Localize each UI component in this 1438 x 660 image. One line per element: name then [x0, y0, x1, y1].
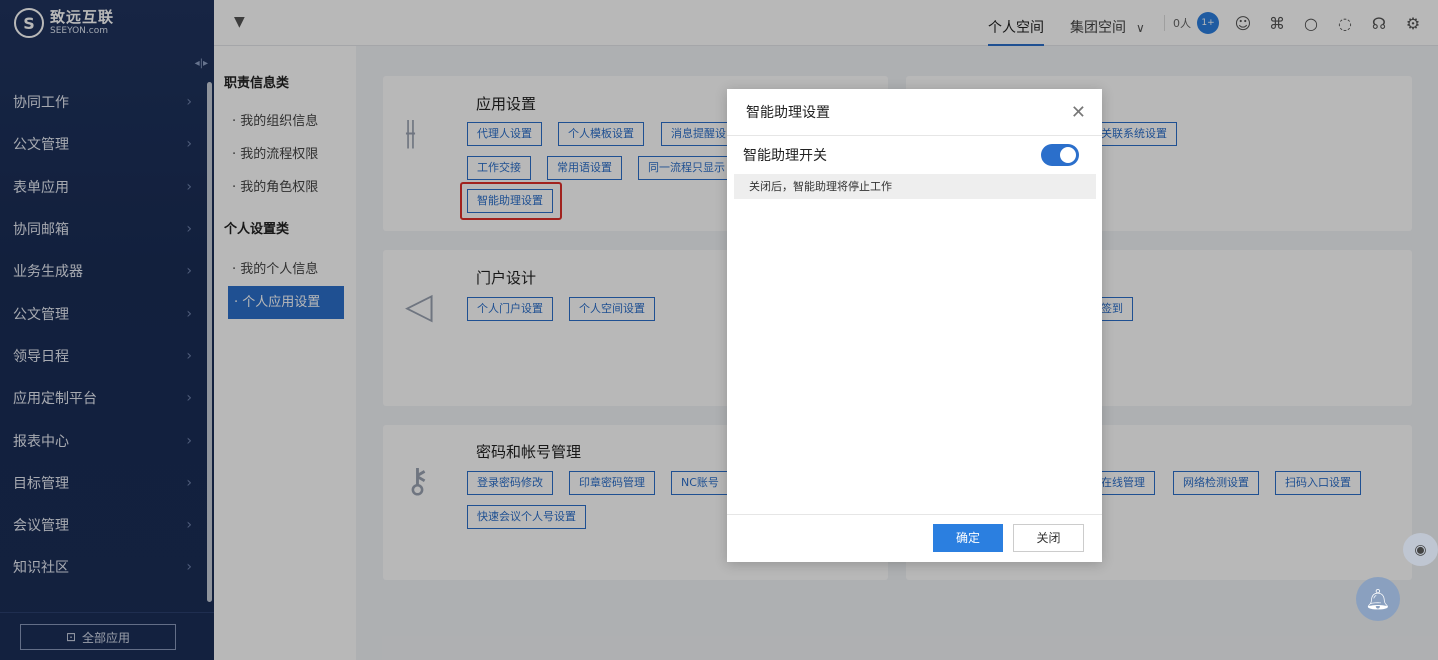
switch-row: 智能助理开关: [727, 136, 1102, 174]
dialog-footer: 确定 关闭: [727, 514, 1102, 562]
bell-icon[interactable]: 🔔︎: [1356, 577, 1400, 621]
switch-note: 关闭后，智能助理将停止工作: [734, 174, 1096, 199]
close-button[interactable]: 关闭: [1013, 524, 1084, 552]
confirm-button[interactable]: 确定: [933, 524, 1003, 552]
switch-label: 智能助理开关: [743, 148, 827, 164]
close-icon[interactable]: ✕: [1071, 102, 1086, 123]
dialog-title: 智能助理设置: [746, 105, 830, 121]
robot-assistant-icon[interactable]: ◉: [1403, 533, 1438, 566]
modal-overlay[interactable]: [0, 0, 1438, 660]
dialog-header: 智能助理设置 ✕: [727, 89, 1102, 136]
ai-assistant-toggle[interactable]: [1041, 144, 1079, 166]
ai-assistant-dialog: 智能助理设置 ✕ 智能助理开关 关闭后，智能助理将停止工作 确定 关闭: [727, 89, 1102, 562]
